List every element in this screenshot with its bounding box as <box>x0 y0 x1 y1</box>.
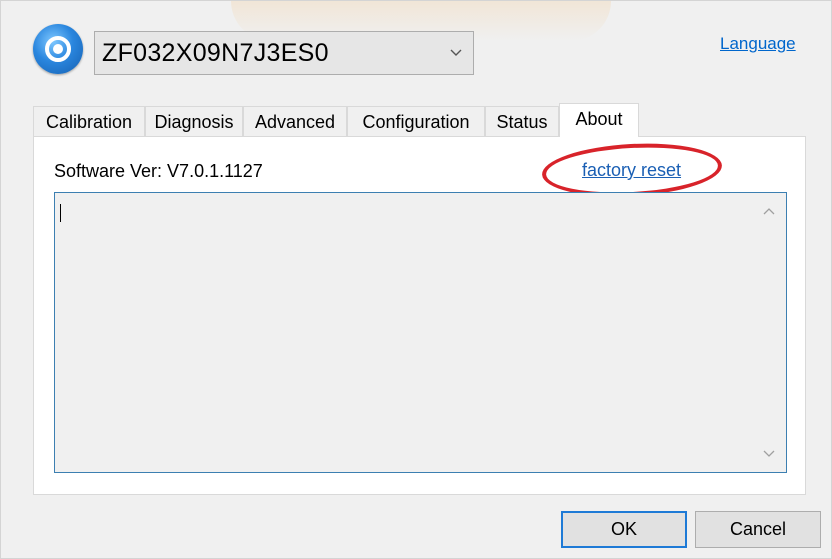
device-dropdown-value: ZF032X09N7J3ES0 <box>102 39 329 67</box>
language-link[interactable]: Language <box>720 34 796 54</box>
settings-dialog: ZF032X09N7J3ES0 Language Calibration Dia… <box>0 0 832 559</box>
tab-advanced[interactable]: Advanced <box>243 106 347 136</box>
tab-calibration[interactable]: Calibration <box>33 106 145 136</box>
tab-diagnosis[interactable]: Diagnosis <box>145 106 243 136</box>
scroll-down-arrow-icon[interactable] <box>762 449 776 459</box>
tab-about[interactable]: About <box>559 103 639 137</box>
tab-status[interactable]: Status <box>485 106 559 136</box>
log-textarea[interactable] <box>54 192 787 473</box>
software-version-label: Software Ver: V7.0.1.1127 <box>54 161 263 181</box>
app-logo-icon <box>33 24 83 74</box>
tab-configuration[interactable]: Configuration <box>347 106 485 136</box>
device-dropdown[interactable]: ZF032X09N7J3ES0 <box>94 31 474 75</box>
scroll-up-arrow-icon[interactable] <box>762 206 776 216</box>
text-caret <box>60 204 61 222</box>
chevron-down-icon <box>450 49 462 56</box>
factory-reset-link[interactable]: factory reset <box>582 160 681 181</box>
cancel-button[interactable]: Cancel <box>695 511 821 548</box>
about-panel: Software Ver: V7.0.1.1127 factory reset <box>33 136 806 495</box>
app-logo-dot <box>53 44 63 54</box>
ok-button[interactable]: OK <box>561 511 687 548</box>
